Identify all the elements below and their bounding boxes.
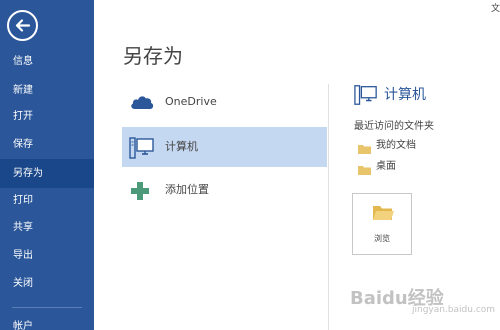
open-folder-icon xyxy=(372,204,394,226)
page-title: 另存为 xyxy=(123,44,183,68)
baidu-watermark-url: jingyan.baidu.com xyxy=(412,305,496,315)
location-computer[interactable]: 计算机 xyxy=(122,127,327,167)
sidebar-item-close[interactable]: 关闭 xyxy=(0,269,94,298)
location-onedrive[interactable]: OneDrive xyxy=(122,82,327,122)
location-label: 计算机 xyxy=(165,140,198,153)
folder-icon xyxy=(358,139,371,158)
folder-label: 桌面 xyxy=(376,161,396,172)
window-title-fragment: 文 xyxy=(490,4,500,14)
folder-label: 我的文档 xyxy=(376,140,416,151)
sidebar-item-save-as[interactable]: 另存为 xyxy=(0,159,94,188)
computer-icon xyxy=(129,137,155,163)
recent-folders-heading: 最近访问的文件夹 xyxy=(354,121,434,132)
right-panel-title: 计算机 xyxy=(384,87,426,103)
location-add-place[interactable]: 添加位置 xyxy=(122,170,327,210)
folder-icon xyxy=(358,160,371,179)
location-label: OneDrive xyxy=(165,95,217,108)
plus-icon xyxy=(129,180,151,206)
sidebar-item-save[interactable]: 保存 xyxy=(0,130,94,159)
sidebar-item-account[interactable]: 帐户 xyxy=(0,312,94,330)
back-button[interactable] xyxy=(7,10,38,41)
computer-icon xyxy=(354,84,378,110)
sidebar-item-open[interactable]: 打开 xyxy=(0,102,94,131)
browse-label: 浏览 xyxy=(374,234,390,243)
sidebar-item-print[interactable]: 打印 xyxy=(0,186,94,215)
browse-button[interactable]: 浏览 xyxy=(352,193,412,255)
sidebar-divider xyxy=(12,307,82,308)
location-label: 添加位置 xyxy=(165,183,209,196)
sidebar-item-new[interactable]: 新建 xyxy=(0,76,94,105)
sidebar-item-info[interactable]: 信息 xyxy=(0,47,94,76)
sidebar-item-export[interactable]: 导出 xyxy=(0,241,94,270)
arrow-left-icon xyxy=(15,19,31,32)
sidebar-item-share[interactable]: 共享 xyxy=(0,213,94,242)
backstage-sidebar: 信息 新建 打开 保存 另存为 打印 共享 导出 关闭 帐户 xyxy=(0,0,94,330)
cloud-icon xyxy=(129,92,155,116)
panel-divider xyxy=(328,84,329,330)
